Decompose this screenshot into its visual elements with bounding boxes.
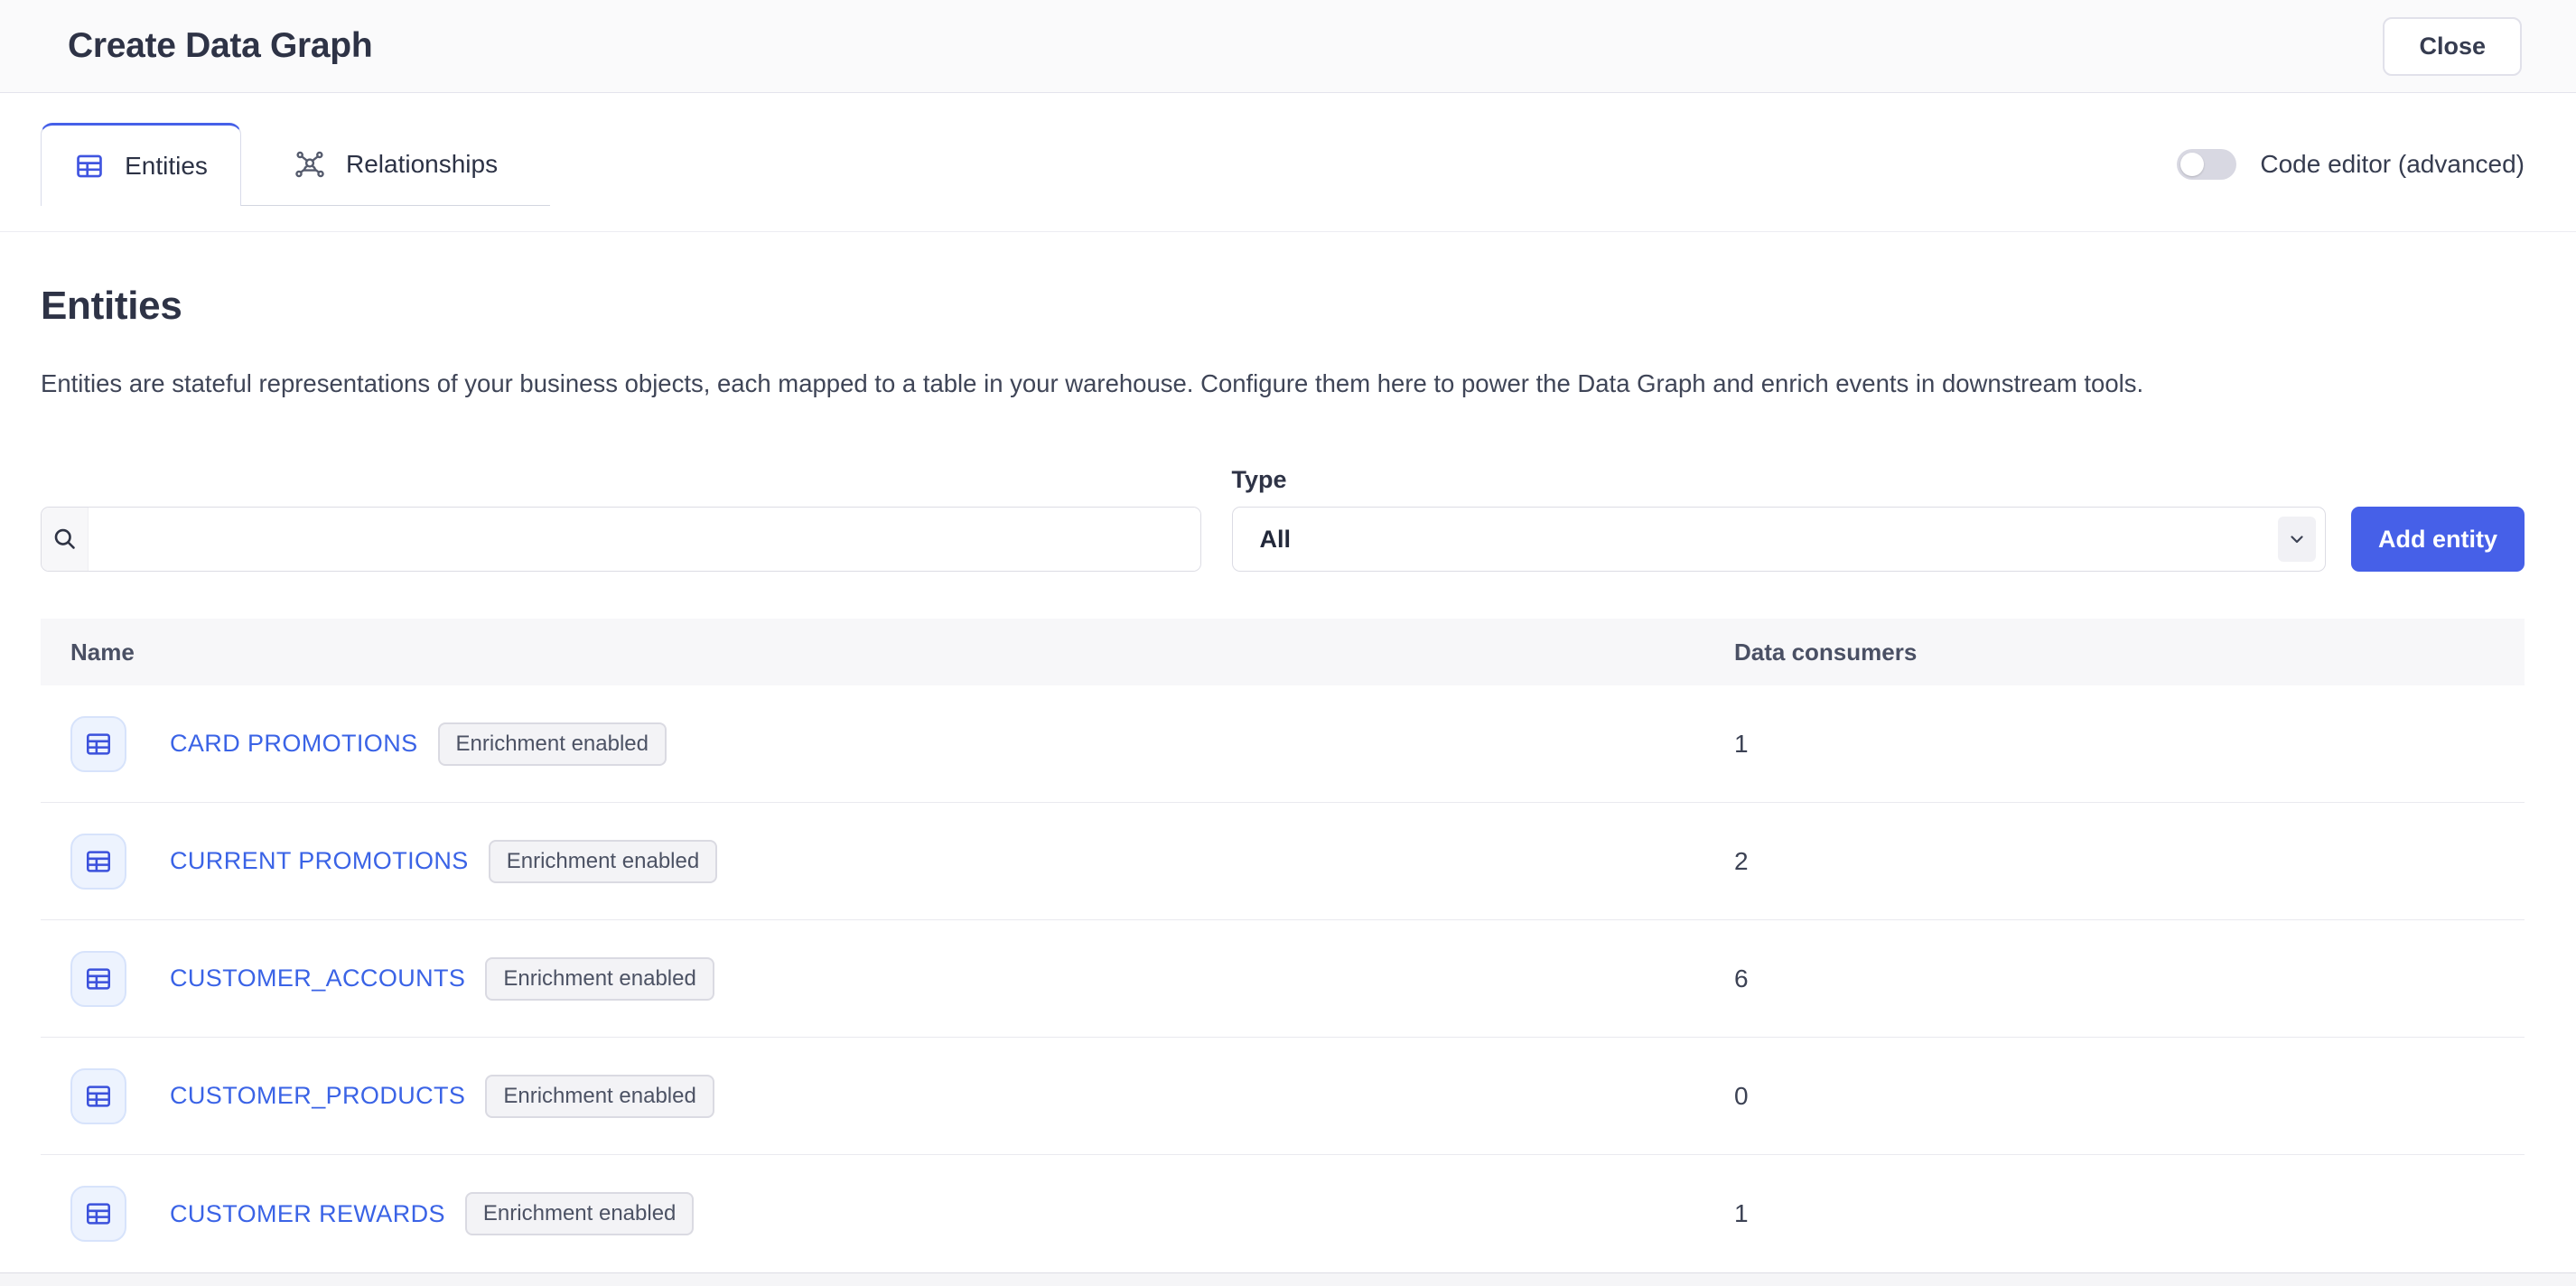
data-consumers-value: 1	[1734, 730, 2525, 759]
code-editor-toggle-group: Code editor (advanced)	[2177, 149, 2525, 180]
table-row[interactable]: CURRENT PROMOTIONS Enrichment enabled 2	[41, 803, 2525, 920]
table-icon	[70, 1068, 126, 1124]
table-icon	[70, 834, 126, 890]
data-consumers-value: 1	[1734, 1199, 2525, 1228]
type-select[interactable]: All	[1232, 507, 2327, 572]
page-title: Create Data Graph	[68, 26, 372, 66]
entity-link[interactable]: CUSTOMER REWARDS	[170, 1200, 445, 1228]
table-icon	[70, 716, 126, 772]
section-heading: Entities	[41, 284, 2525, 329]
tab-relationships[interactable]: Relationships	[241, 123, 550, 206]
table-row[interactable]: CUSTOMER REWARDS Enrichment enabled 1	[41, 1155, 2525, 1272]
table-icon	[74, 151, 105, 182]
table-header: Name Data consumers	[41, 619, 2525, 685]
data-consumers-value: 2	[1734, 847, 2525, 876]
tab-entities-label: Entities	[125, 152, 208, 181]
close-button[interactable]: Close	[2383, 17, 2522, 76]
column-header-data-consumers: Data consumers	[1734, 638, 2525, 666]
entity-name-cell: CUSTOMER REWARDS Enrichment enabled	[41, 1186, 1734, 1242]
table-row[interactable]: CARD PROMOTIONS Enrichment enabled 1	[41, 685, 2525, 803]
filter-controls: Type All Add entity	[41, 466, 2525, 572]
table-icon	[70, 951, 126, 1007]
modal-header: Create Data Graph Close	[0, 0, 2576, 93]
table-icon	[70, 1186, 126, 1242]
search-input[interactable]	[89, 508, 1200, 571]
entity-link[interactable]: CURRENT PROMOTIONS	[170, 847, 469, 875]
enrichment-badge: Enrichment enabled	[489, 840, 717, 883]
tab-entities[interactable]: Entities	[41, 123, 241, 206]
network-icon	[294, 148, 326, 181]
enrichment-badge: Enrichment enabled	[465, 1192, 694, 1235]
entities-section: Entities Entities are stateful represent…	[0, 284, 2576, 1272]
entities-table: Name Data consumers CARD PROMOTIONS Enri…	[41, 619, 2525, 1272]
column-header-name: Name	[41, 638, 1734, 666]
tab-bar: Entities Relationships	[0, 93, 2576, 232]
search-icon	[42, 508, 89, 571]
type-filter: Type All	[1232, 466, 2327, 572]
add-entity-button[interactable]: Add entity	[2351, 507, 2525, 572]
entity-name-cell: CUSTOMER_PRODUCTS Enrichment enabled	[41, 1068, 1734, 1124]
code-editor-toggle-label: Code editor (advanced)	[2260, 150, 2525, 179]
type-filter-label: Type	[1232, 466, 2327, 494]
entity-link[interactable]: CUSTOMER_PRODUCTS	[170, 1082, 465, 1110]
entity-name-cell: CURRENT PROMOTIONS Enrichment enabled	[41, 834, 1734, 890]
entity-name-cell: CUSTOMER_ACCOUNTS Enrichment enabled	[41, 951, 1734, 1007]
tab-list: Entities Relationships	[41, 123, 550, 206]
tab-relationships-label: Relationships	[346, 150, 498, 179]
code-editor-toggle[interactable]	[2177, 149, 2236, 180]
table-row[interactable]: CUSTOMER_ACCOUNTS Enrichment enabled 6	[41, 920, 2525, 1038]
modal-footer-edge	[0, 1272, 2576, 1286]
enrichment-badge: Enrichment enabled	[485, 957, 714, 1001]
type-select-value: All	[1233, 526, 1292, 554]
section-description: Entities are stateful representations of…	[41, 368, 2525, 399]
search-box	[41, 507, 1201, 572]
entity-link[interactable]: CARD PROMOTIONS	[170, 730, 418, 758]
table-row[interactable]: CUSTOMER_PRODUCTS Enrichment enabled 0	[41, 1038, 2525, 1155]
data-consumers-value: 0	[1734, 1082, 2525, 1111]
enrichment-badge: Enrichment enabled	[485, 1075, 714, 1118]
enrichment-badge: Enrichment enabled	[438, 722, 667, 766]
chevron-down-icon	[2278, 517, 2316, 562]
data-consumers-value: 6	[1734, 964, 2525, 993]
entity-name-cell: CARD PROMOTIONS Enrichment enabled	[41, 716, 1734, 772]
entity-link[interactable]: CUSTOMER_ACCOUNTS	[170, 964, 465, 992]
